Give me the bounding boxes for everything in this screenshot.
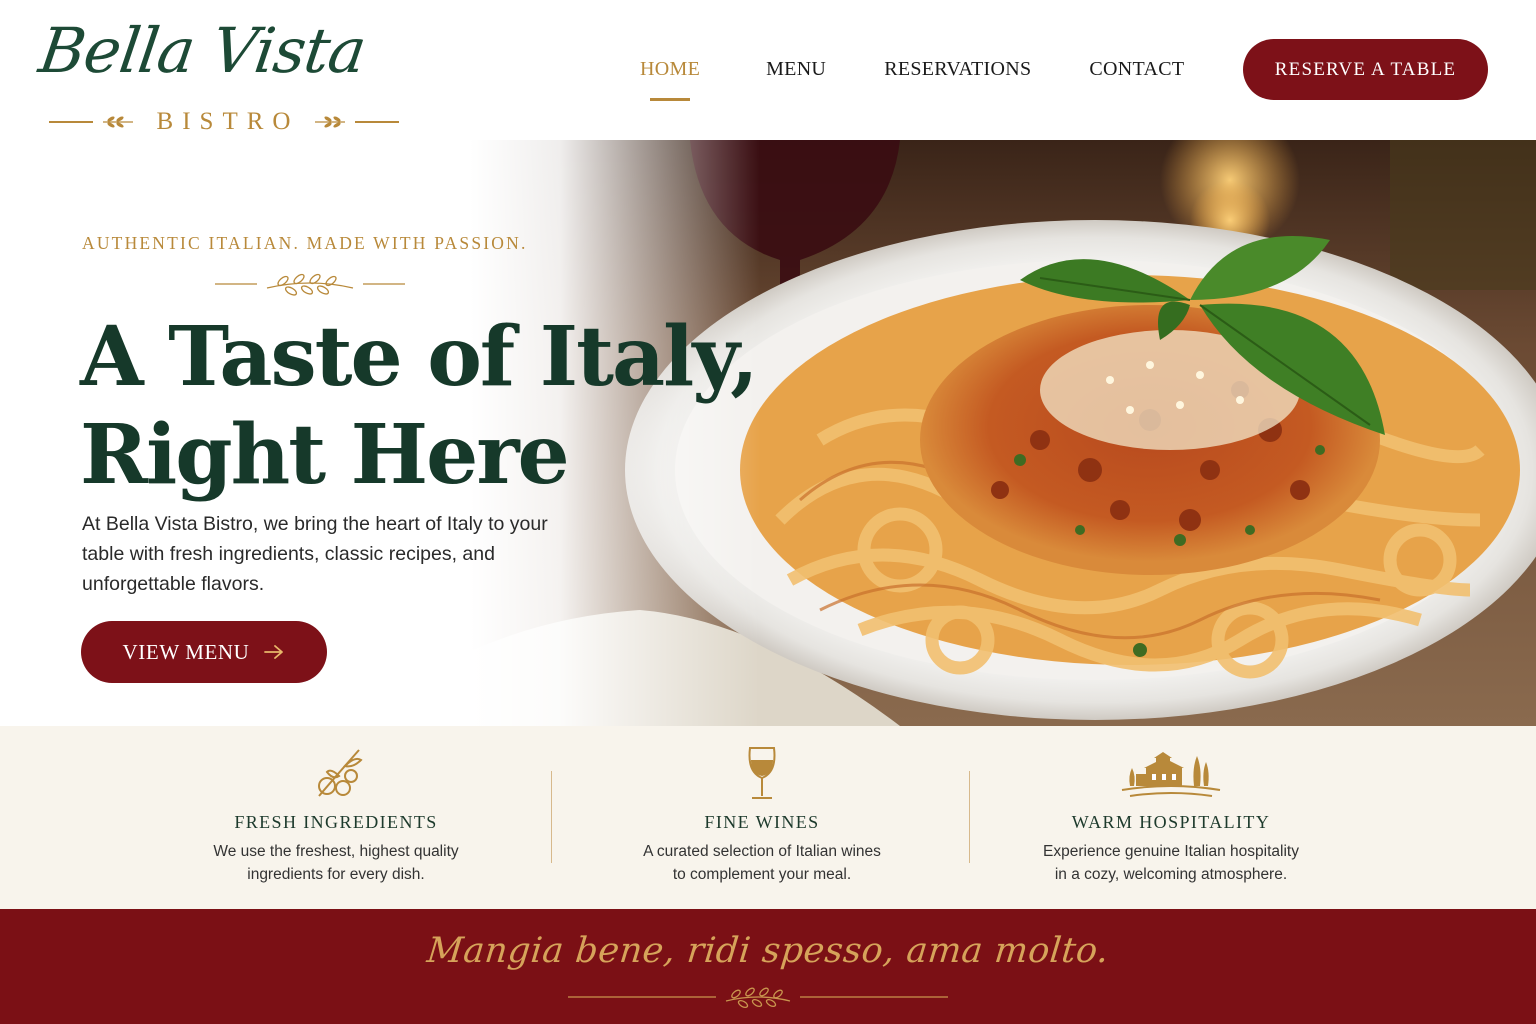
logo-divider-right	[355, 121, 400, 123]
view-menu-button[interactable]: VIEW MENU	[81, 621, 327, 683]
tuscan-villa-icon	[1121, 752, 1221, 797]
nav-item-reservations[interactable]: RESERVATIONS	[884, 58, 1031, 81]
hero-headline-line2: Right Here	[80, 407, 570, 503]
feature-warm-hospitality: WARM HOSPITALITY Experience genuine Ital…	[981, 726, 1361, 909]
main-nav: HOME MENU RESERVATIONS CONTACT	[640, 58, 1184, 81]
brand-name: Bella Vista	[34, 14, 370, 87]
feature-desc-line: ingredients for every dish.	[247, 866, 425, 883]
italian-quote: Mangia bene, ridi spesso, ama molto.	[425, 931, 1111, 971]
hero-intro-text: At Bella Vista Bistro, we bring the hear…	[82, 513, 548, 595]
feature-fine-wines: FINE WINES A curated selection of Italia…	[572, 726, 952, 909]
feature-description: We use the freshest, highest quality ing…	[146, 840, 526, 886]
wine-glass-icon	[748, 747, 776, 799]
view-menu-label: VIEW MENU	[122, 639, 250, 664]
feature-description: Experience genuine Italian hospitality i…	[981, 840, 1361, 886]
nav-item-menu[interactable]: MENU	[766, 58, 826, 81]
brand-subtitle: BISTRO	[156, 108, 300, 135]
nav-item-contact[interactable]: CONTACT	[1089, 58, 1184, 81]
feature-title: WARM HOSPITALITY	[1071, 812, 1271, 832]
feature-fresh-ingredients: FRESH INGREDIENTS We use the freshest, h…	[146, 726, 526, 909]
hero-headline-line1: A Taste of Italy,	[80, 309, 759, 405]
feature-title: FRESH INGREDIENTS	[234, 812, 438, 832]
feature-desc-line: in a cozy, welcoming atmosphere.	[1054, 866, 1288, 883]
laurel-sprig-icon	[315, 116, 346, 128]
feature-desc-line: We use the freshest, highest quality	[213, 843, 459, 860]
feature-desc-line: Experience genuine Italian hospitality	[1043, 843, 1299, 860]
laurel-divider-icon	[568, 987, 948, 1009]
feature-description: A curated selection of Italian wines to …	[572, 840, 952, 886]
feature-divider	[969, 771, 970, 863]
hero-section: AUTHENTIC ITALIAN. MADE WITH PASSION. A …	[0, 140, 1536, 726]
laurel-divider-icon	[215, 273, 405, 296]
quote-band: Mangia bene, ridi spesso, ama molto.	[0, 909, 1536, 1024]
feature-desc-line: to complement your meal.	[672, 866, 852, 883]
feature-divider	[551, 771, 552, 863]
brand-subtitle-row: BISTRO	[44, 108, 404, 135]
olive-branch-icon	[318, 749, 363, 797]
hero-eyebrow: AUTHENTIC ITALIAN. MADE WITH PASSION.	[82, 233, 528, 253]
laurel-sprig-icon	[102, 116, 133, 128]
feature-title: FINE WINES	[704, 812, 820, 832]
logo-divider-left	[48, 121, 93, 123]
brand-logo[interactable]: Bella Vista BISTRO	[35, 14, 410, 135]
reserve-table-button[interactable]: RESERVE A TABLE	[1243, 39, 1488, 100]
features-strip: FRESH INGREDIENTS We use the freshest, h…	[0, 726, 1536, 909]
nav-item-home[interactable]: HOME	[640, 58, 700, 81]
arrow-right-icon	[264, 645, 284, 659]
site-header: Bella Vista BISTRO HOME MENU RESERVATION…	[0, 0, 1536, 140]
feature-desc-line: A curated selection of Italian wines	[643, 843, 881, 860]
hero-headline: A Taste of Italy, Right Here	[80, 308, 759, 504]
